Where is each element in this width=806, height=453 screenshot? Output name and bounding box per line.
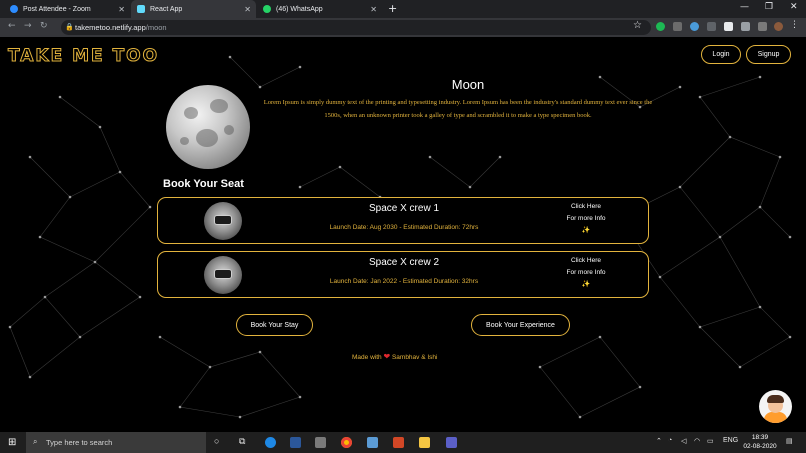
network-icon[interactable]: ◔ <box>668 437 672 444</box>
notification-icon[interactable]: ▤ <box>786 437 793 445</box>
url-path: /moon <box>145 23 167 32</box>
crew-card[interactable]: Space X crew 2 Launch Date: Jan 2022 - E… <box>157 251 649 298</box>
window-close-icon[interactable]: ✕ <box>790 2 798 12</box>
search-placeholder: Type here to search <box>46 438 113 447</box>
app-icon[interactable] <box>315 437 326 448</box>
tab-zoom[interactable]: Post Attendee - Zoom ✕ <box>4 0 130 18</box>
whatsapp-icon <box>263 5 271 13</box>
spacecraft-thumbnail <box>204 256 242 294</box>
close-icon[interactable]: ✕ <box>370 5 377 14</box>
extension-icon[interactable] <box>707 22 716 31</box>
moon-image <box>166 85 250 169</box>
bookmark-star-icon[interactable]: ☆ <box>633 20 642 31</box>
puzzle-icon[interactable] <box>741 22 750 31</box>
extension-icon[interactable] <box>673 22 682 31</box>
search-icon: ⌕ <box>33 437 38 446</box>
windows-taskbar: ⊞ ⌕ Type here to search ○ ⧉ ⌃ ◔ ◁ ◠ ▭ EN… <box>0 432 806 453</box>
tab-title: React App <box>150 5 183 13</box>
signup-button[interactable]: Signup <box>746 45 791 64</box>
authors-text: Sambhav & Ishi <box>391 354 438 361</box>
file-explorer-icon[interactable] <box>419 437 430 448</box>
lock-icon: 🔒 <box>65 24 74 31</box>
tab-whatsapp[interactable]: (46) WhatsApp ✕ <box>257 0 382 18</box>
destination-description: Lorem Ipsum is simply dummy text of the … <box>263 99 653 119</box>
cta-line-2: For more Info <box>566 269 606 276</box>
clock-date: 02-08-2020 <box>743 442 777 450</box>
spacecraft-thumbnail <box>204 202 242 240</box>
sparkle-icon: ✨ <box>581 281 591 288</box>
reload-icon[interactable]: ↻ <box>40 21 48 31</box>
crew-card[interactable]: Space X crew 1 Launch Date: Aug 2030 - E… <box>157 197 649 244</box>
sparkle-icon: ✨ <box>581 227 591 234</box>
browser-tab-bar: Post Attendee - Zoom ✕ React App ✕ (46) … <box>0 0 806 18</box>
cta-line-1: Click Here <box>571 203 601 210</box>
system-clock[interactable]: 18:39 02-08-2020 <box>740 434 780 451</box>
book-stay-button[interactable]: Book Your Stay <box>236 314 313 336</box>
crew-name: Space X crew 1 <box>368 203 440 214</box>
forward-icon[interactable]: → <box>24 21 32 31</box>
react-icon <box>137 5 145 13</box>
language-indicator[interactable]: ENG <box>723 437 738 444</box>
url-host: takemetoo.netlify.app <box>75 23 146 32</box>
profile-avatar[interactable] <box>774 22 783 31</box>
task-view-icon[interactable]: ⧉ <box>239 436 245 447</box>
heart-icon: ❤ <box>383 352 391 361</box>
wifi-icon[interactable]: ◠ <box>694 437 700 445</box>
site-logo[interactable]: TAKE ME TOO <box>7 46 159 67</box>
destination-title: Moon <box>451 77 485 92</box>
clock-time: 18:39 <box>751 434 769 441</box>
maximize-icon[interactable]: ❐ <box>765 2 773 12</box>
browser-toolbar: ← → ↻ 🔒 takemetoo.netlify.app/moon ☆ <box>0 18 806 37</box>
edge-icon[interactable] <box>265 437 276 448</box>
chevron-up-icon[interactable]: ⌃ <box>656 437 662 445</box>
more-info-link[interactable]: Click Here For more Info ✨ <box>554 255 618 291</box>
powerpoint-icon[interactable] <box>393 437 404 448</box>
close-icon[interactable]: ✕ <box>244 5 251 14</box>
teams-icon[interactable] <box>446 437 457 448</box>
crew-launch-info: Launch Date: Jan 2022 - Estimated Durati… <box>329 278 479 285</box>
taskbar-search-input[interactable]: ⌕ Type here to search <box>26 432 206 453</box>
more-info-link[interactable]: Click Here For more Info ✨ <box>554 201 618 237</box>
address-bar[interactable]: 🔒 takemetoo.netlify.app/moon <box>61 20 651 35</box>
back-icon[interactable]: ← <box>8 21 16 31</box>
tab-title: Post Attendee - Zoom <box>23 5 91 13</box>
extension-icon[interactable] <box>690 22 699 31</box>
made-with-text: Made with <box>352 354 382 361</box>
app-icon[interactable] <box>367 437 378 448</box>
cortana-icon[interactable]: ○ <box>214 436 219 446</box>
login-button[interactable]: Login <box>701 45 741 64</box>
extension-icon[interactable] <box>656 22 665 31</box>
crew-name: Space X crew 2 <box>368 257 440 268</box>
menu-dots-icon[interactable]: ⋮ <box>790 20 799 30</box>
keyboard-icon[interactable]: ▭ <box>707 437 714 445</box>
web-page: TAKE ME TOO Login Signup Moon Lorem Ipsu… <box>0 37 806 432</box>
windows-start-icon[interactable]: ⊞ <box>8 437 16 448</box>
zoom-icon <box>10 5 18 13</box>
speaker-icon[interactable]: ◁ <box>681 437 686 445</box>
book-experience-button[interactable]: Book Your Experience <box>471 314 570 336</box>
chrome-icon[interactable] <box>341 437 352 448</box>
footer-credit: Made with ❤ Sambhav & Ishi <box>352 352 437 361</box>
close-icon[interactable]: ✕ <box>118 5 125 14</box>
crew-launch-info: Launch Date: Aug 2030 - Estimated Durati… <box>329 224 479 231</box>
word-icon[interactable] <box>290 437 301 448</box>
book-seat-heading: Book Your Seat <box>163 178 244 190</box>
extension-icon[interactable] <box>724 22 733 31</box>
tab-react-app[interactable]: React App ✕ <box>131 0 256 18</box>
astronaut-avatar[interactable] <box>759 390 792 423</box>
new-tab-button[interactable]: + <box>388 2 397 15</box>
cta-line-2: For more Info <box>566 215 606 222</box>
extension-icon[interactable] <box>758 22 767 31</box>
minimize-icon[interactable]: — <box>740 2 749 12</box>
tab-title: (46) WhatsApp <box>276 5 323 13</box>
cta-line-1: Click Here <box>571 257 601 264</box>
